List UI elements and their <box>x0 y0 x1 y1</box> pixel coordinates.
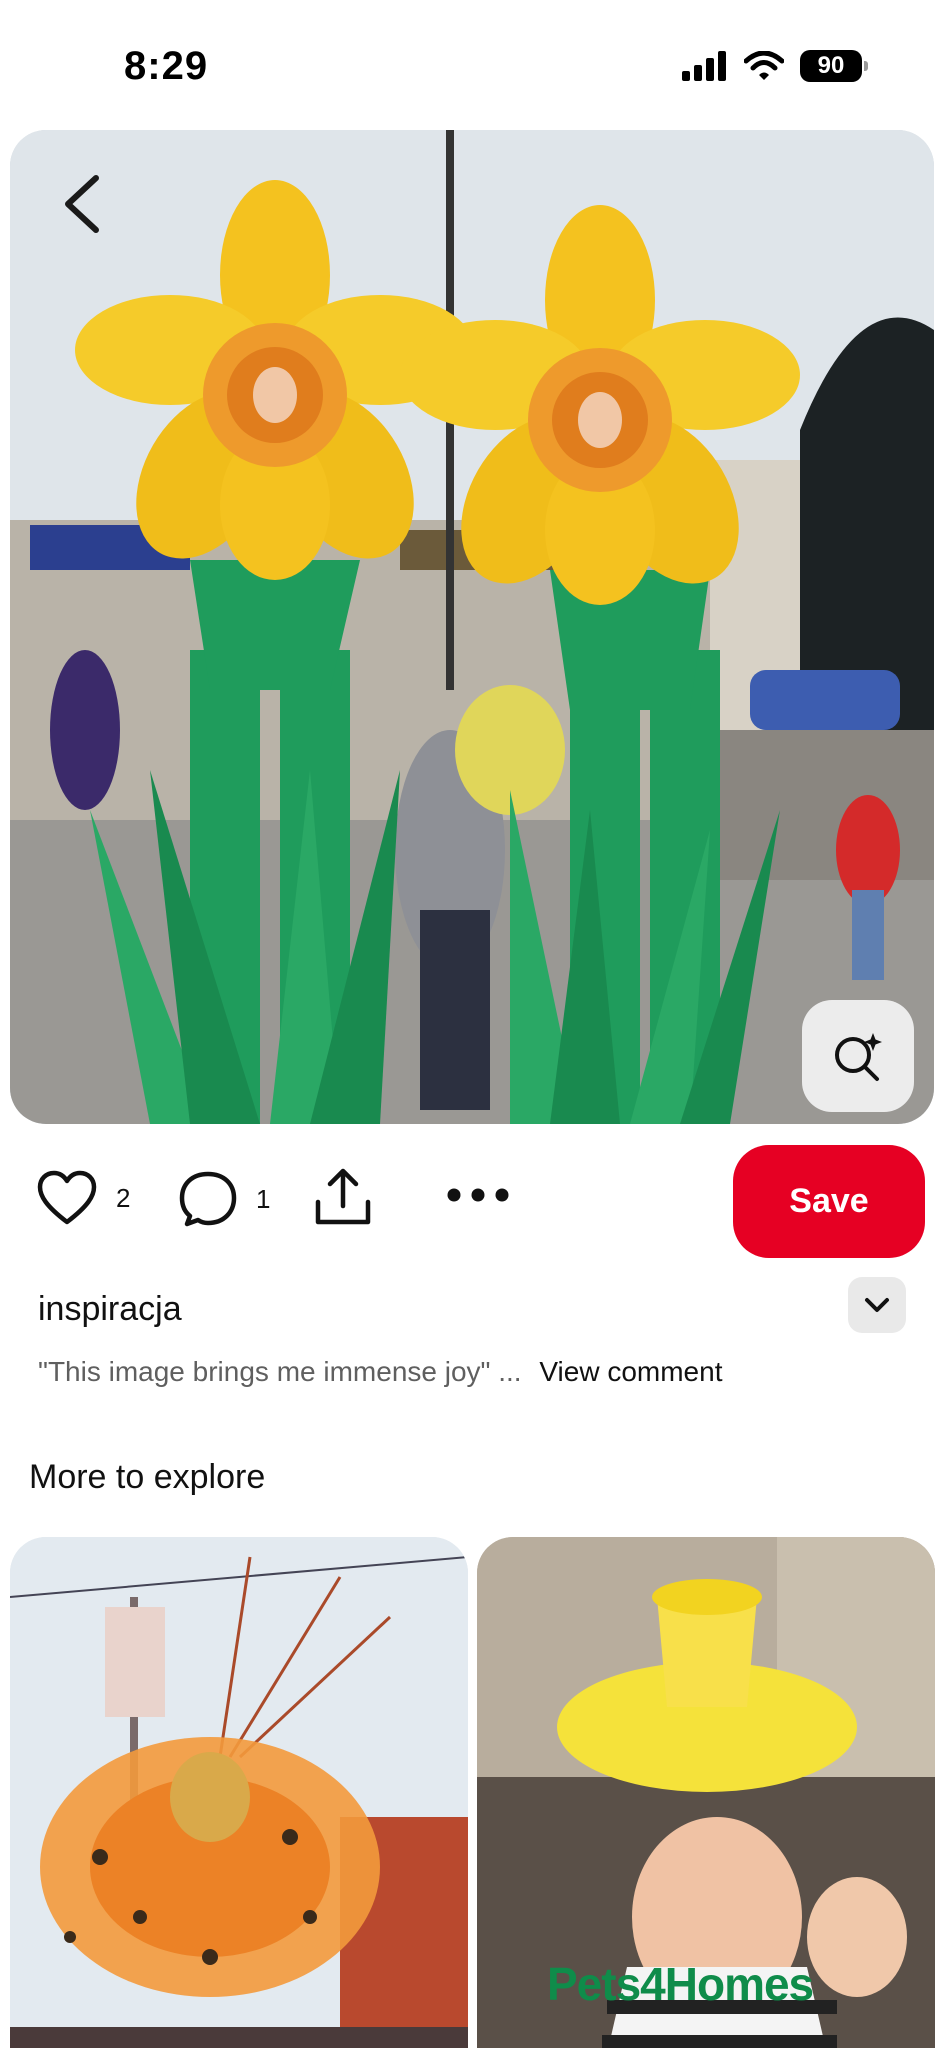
visual-search-icon <box>835 1033 882 1081</box>
back-button[interactable] <box>52 164 112 244</box>
like-button[interactable]: 2 <box>36 1170 130 1226</box>
chevron-down-icon <box>865 1298 889 1312</box>
share-button[interactable] <box>312 1166 374 1228</box>
visual-search-button[interactable] <box>802 1000 914 1112</box>
board-expand-button[interactable] <box>848 1277 906 1333</box>
view-comment-link[interactable]: View comment <box>539 1356 722 1387</box>
battery-icon: 90 <box>800 50 868 82</box>
comment-icon <box>179 1171 237 1227</box>
cellular-signal-icon <box>682 51 726 81</box>
heart-icon <box>37 1170 97 1225</box>
board-name[interactable]: inspiracja <box>38 1290 182 1329</box>
wifi-icon <box>744 51 784 80</box>
save-button[interactable]: Save <box>733 1145 925 1258</box>
explore-card[interactable]: Pets4Homes <box>477 1537 935 2048</box>
orange-flower-costume-photo <box>10 1537 468 2048</box>
battery-level: 90 <box>817 52 845 79</box>
explore-card[interactable] <box>10 1537 468 2048</box>
chevron-left-icon <box>65 175 99 233</box>
status-bar: 8:29 90 <box>0 0 944 130</box>
daffodil-costume-photo <box>10 130 934 1124</box>
comment-preview: "This image brings me immense joy" ... V… <box>38 1356 722 1388</box>
like-count: 2 <box>116 1182 131 1213</box>
comment-text: "This image brings me immense joy" ... <box>38 1356 522 1387</box>
status-time: 8:29 <box>124 44 209 88</box>
pets4homes-watermark: Pets4Homes <box>547 1958 814 2010</box>
pin-image[interactable] <box>10 130 934 1124</box>
comment-button[interactable]: 1 <box>178 1170 270 1228</box>
status-icons: 90 <box>682 50 868 82</box>
more-options-icon <box>447 1188 509 1202</box>
comment-count: 1 <box>256 1183 271 1214</box>
more-to-explore-title: More to explore <box>29 1458 266 1496</box>
more-options-button[interactable] <box>446 1184 510 1206</box>
share-icon <box>315 1168 371 1225</box>
